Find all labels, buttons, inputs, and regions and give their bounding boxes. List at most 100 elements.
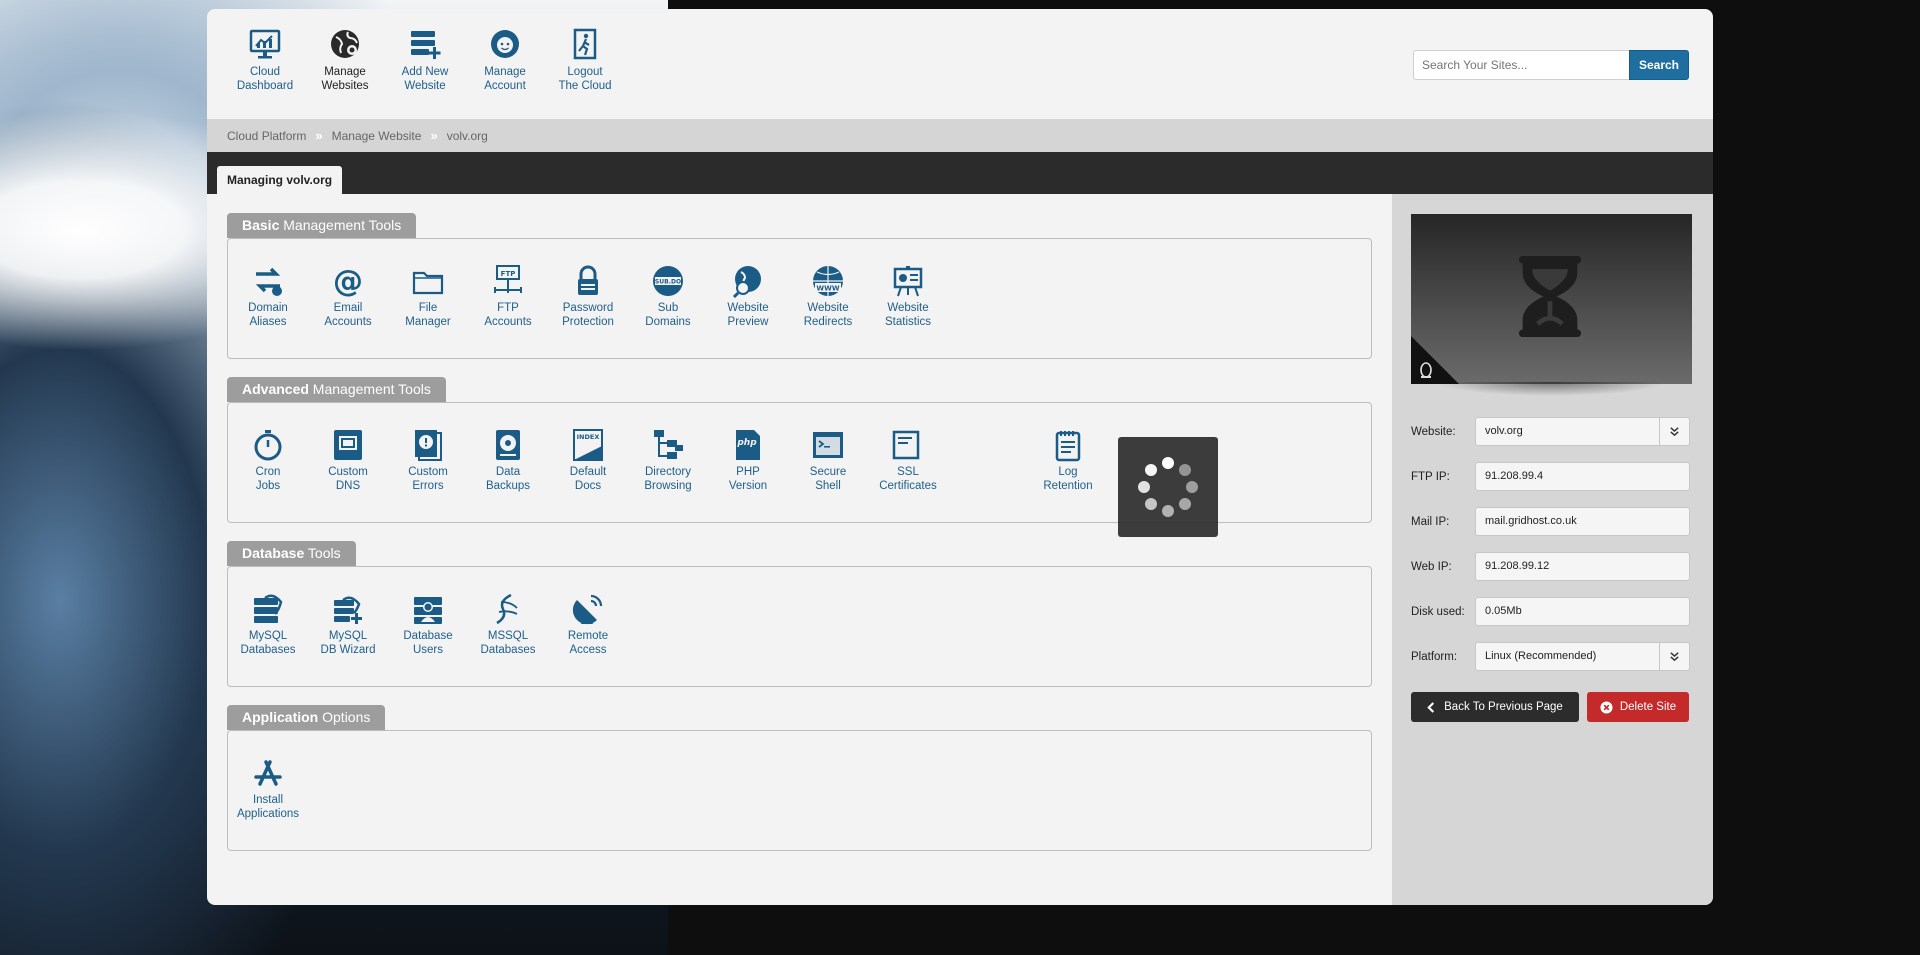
linux-corner-badge [1411,336,1459,384]
close-circle-icon [1600,700,1613,714]
tool-label: Install Applications [236,794,299,820]
section-application-options: Application Options Install Applications [227,705,1372,851]
tool-mysql-databases[interactable]: MySQL Databases [228,592,308,686]
svg-text:SUB.DO: SUB.DO [655,279,681,286]
server-add-icon [411,31,441,59]
ftp-ip-row: FTP IP: 91.208.99.4 [1411,462,1694,491]
tool-data-backups[interactable]: Data Backups [468,428,548,522]
nav-manage-websites[interactable]: Manage Websites [305,27,385,93]
tool-label: Website Redirects [803,302,853,328]
tool-label: Email Accounts [324,302,372,328]
nav-label: Manage Account [484,66,526,92]
tool-label: FTP Accounts [484,302,532,328]
tool-label: MySQL Databases [240,630,296,656]
tool-label: Password Protection [562,302,614,328]
website-row: Website: volv.org [1411,417,1694,446]
satellite-dish-icon [572,594,603,625]
tool-label: SSL Certificates [879,466,937,492]
platform-select-value: Linux (Recommended) [1485,650,1597,662]
error-document-icon [415,430,442,461]
tool-sub-domains[interactable]: SUB.DO Sub Domains [628,264,708,358]
chevron-down-icon[interactable] [1659,643,1689,670]
tool-secure-shell[interactable]: Secure Shell [788,428,868,522]
delete-button-label: Delete Site [1619,701,1677,713]
svg-text:INDEX: INDEX [577,433,600,441]
nav-cloud-dashboard[interactable]: Cloud Dashboard [225,27,305,93]
tool-log-retention[interactable]: Log Retention [1028,428,1108,522]
section-title: Application Options [227,705,386,730]
tool-label: Remote Access [567,630,609,656]
website-select[interactable]: volv.org [1475,417,1690,446]
tool-install-applications[interactable]: Install Applications [228,756,308,850]
disk-used-row: Disk used: 0.05Mb [1411,597,1694,626]
tab-managing[interactable]: Managing volv.org [217,166,343,194]
platform-select[interactable]: Linux (Recommended) [1475,642,1690,671]
back-button-label: Back To Previous Page [1444,701,1563,713]
at-sign-icon: @ [333,264,363,298]
tool-domain-aliases[interactable]: Domain Aliases [228,264,308,358]
tool-label: MySQL DB Wizard [320,630,376,656]
breadcrumb-item-cloud-platform[interactable]: Cloud Platform [227,129,306,143]
tool-email-accounts[interactable]: @ Email Accounts [308,264,388,358]
tool-ftp-accounts[interactable]: FTP FTP Accounts [468,264,548,358]
tool-file-manager[interactable]: File Manager [388,264,468,358]
arrows-swap-icon [255,267,282,296]
mail-ip-label: Mail IP: [1411,515,1450,528]
tool-php-version[interactable]: php PHP Version [708,428,788,522]
search-input[interactable] [1413,50,1629,80]
presentation-board-icon [893,266,923,297]
tool-website-redirects[interactable]: WWW Website Redirects [788,264,868,358]
nav-logout[interactable]: Logout The Cloud [545,27,625,93]
tool-website-statistics[interactable]: Website Statistics [868,264,948,358]
tool-custom-errors[interactable]: Custom Errors [388,428,468,522]
tool-label: Log Retention [1043,466,1093,492]
php-file-icon: php [736,430,760,460]
tool-ssl-certificates[interactable]: SSL Certificates [868,428,948,522]
main-container: Cloud Dashboard Manage Websites Add New … [207,9,1713,905]
terminal-icon [813,432,843,458]
tool-label: Custom DNS [328,466,368,492]
search-button[interactable]: Search [1629,50,1689,80]
website-select-value: volv.org [1485,425,1523,437]
tool-label: PHP Version [728,466,768,492]
www-globe-icon: WWW [813,266,843,296]
mail-ip-value: mail.gridhost.co.uk [1475,507,1690,536]
chevron-down-icon[interactable] [1659,418,1689,445]
breadcrumb-separator: » [315,128,323,143]
tool-label: Sub Domains [645,302,691,328]
platform-label: Platform: [1411,650,1458,663]
tool-default-docs[interactable]: INDEX Default Docs [548,428,628,522]
tab-bar [207,152,1713,194]
delete-site-button[interactable]: Delete Site [1587,692,1689,722]
tool-cron-jobs[interactable]: Cron Jobs [228,428,308,522]
tool-database-users[interactable]: Database Users [388,592,468,686]
tool-label: MSSQL Databases [480,630,536,656]
tool-directory-browsing[interactable]: Directory Browsing [628,428,708,522]
tool-mysql-db-wizard[interactable]: MySQL DB Wizard [308,592,388,686]
section-database-tools: Database Tools MySQL Databases MySQL DB … [227,541,1372,687]
nav-manage-account[interactable]: Manage Account [465,27,545,93]
tool-custom-dns[interactable]: Custom DNS [308,428,388,522]
section-title: Advanced Management Tools [227,377,446,402]
tool-password-protection[interactable]: Password Protection [548,264,628,358]
tool-label: Database Users [403,630,453,656]
back-button[interactable]: Back To Previous Page [1411,692,1579,722]
app-store-icon [254,760,282,786]
database-user-icon [414,597,442,624]
tool-remote-access[interactable]: Remote Access [548,592,628,686]
tool-website-preview[interactable]: Website Preview [708,264,788,358]
monitor-chart-icon [249,29,281,59]
nav-add-new-website[interactable]: Add New Website [385,27,465,93]
tool-label: Website Statistics [884,302,931,328]
website-label: Website: [1411,425,1456,438]
stopwatch-icon [254,430,282,461]
mail-ip-row: Mail IP: mail.gridhost.co.uk [1411,507,1694,536]
nav-label: Add New Website [401,66,449,92]
mysql-wizard-icon [334,596,362,624]
tool-mssql-databases[interactable]: MSSQL Databases [468,592,548,686]
tool-hidden-by-spinner[interactable] [948,428,1028,522]
breadcrumb-item-manage-website[interactable]: Manage Website [332,129,422,143]
tool-sections: Basic Management Tools Domain Aliases @ … [227,213,1372,869]
section-title: Basic Management Tools [227,213,417,238]
breadcrumb-item-current: volv.org [446,128,488,143]
